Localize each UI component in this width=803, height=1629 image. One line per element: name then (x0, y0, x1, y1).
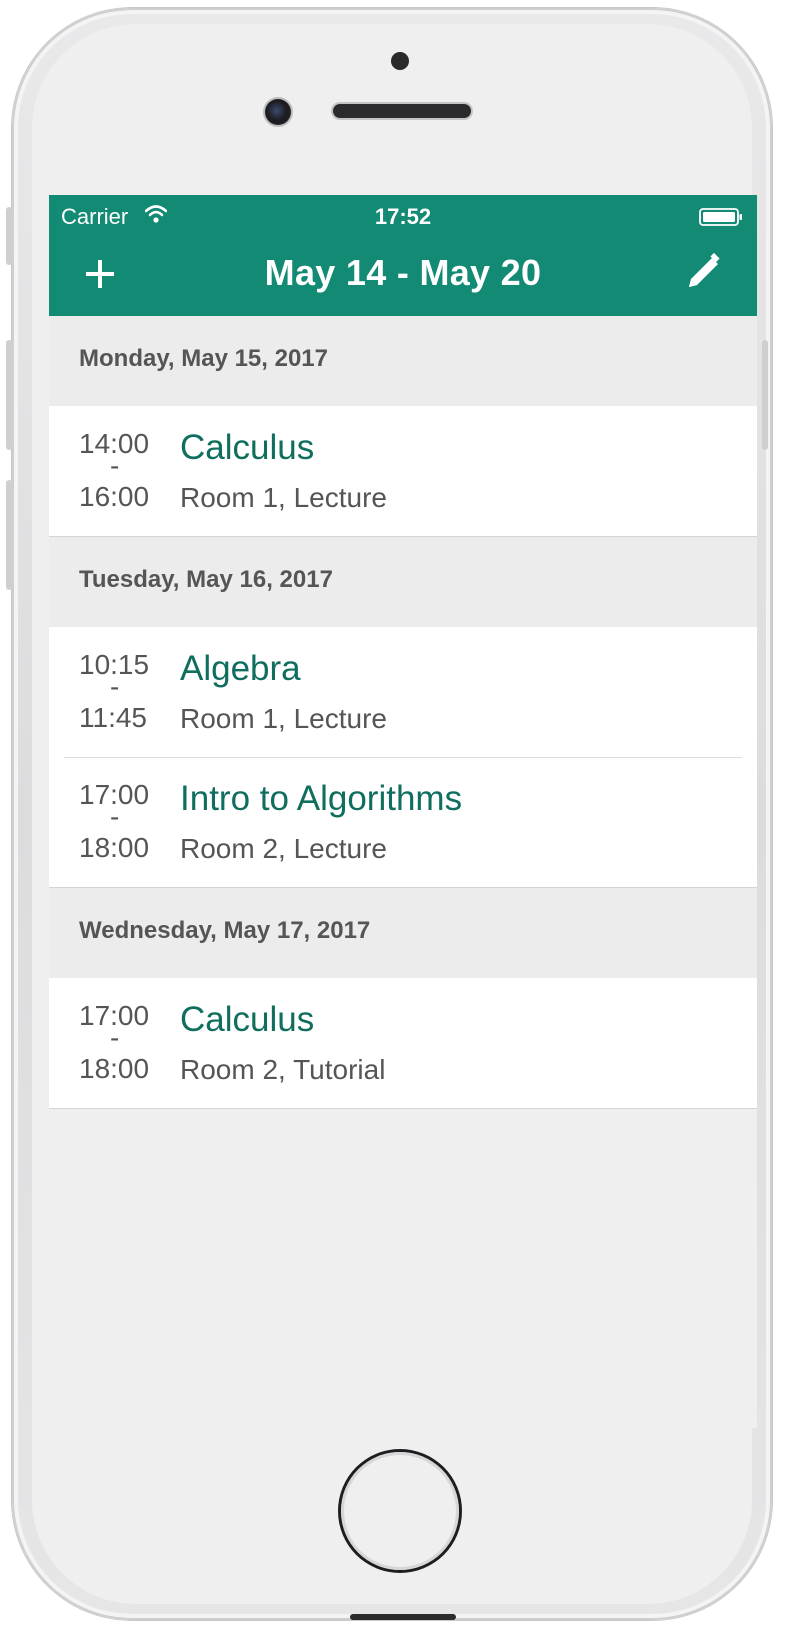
mute-switch (6, 207, 12, 265)
proximity-sensor (391, 52, 409, 70)
pencil-icon[interactable] (685, 253, 723, 291)
event-course-title: Algebra (180, 649, 301, 688)
section-header-monday: Monday, May 15, 2017 (49, 316, 757, 406)
earpiece-speaker (333, 104, 471, 118)
event-row[interactable]: 17:00 - 18:00 Intro to Algorithms Room 2… (49, 757, 757, 887)
section-header-tuesday: Tuesday, May 16, 2017 (49, 537, 757, 627)
event-list-wednesday: 17:00 - 18:00 Calculus Room 2, Tutorial (49, 978, 757, 1109)
event-end-time: 16:00 (79, 481, 150, 512)
event-course-title: Calculus (180, 428, 315, 467)
event-list-tuesday: 10:15 - 11:45 Algebra Room 1, Lecture 17… (49, 627, 757, 888)
event-row[interactable]: 10:15 - 11:45 Algebra Room 1, Lecture (49, 627, 757, 757)
event-end-time: 11:45 (79, 702, 147, 733)
volume-up-button (6, 340, 12, 450)
event-location: Room 2, Lecture (180, 833, 387, 864)
week-range-title: May 14 - May 20 (264, 252, 542, 293)
section-header-wednesday: Wednesday, May 17, 2017 (49, 888, 757, 978)
event-list-monday: 14:00 - 16:00 Calculus Room 1, Lecture (49, 406, 757, 537)
event-end-time: 18:00 (79, 1053, 150, 1084)
event-location: Room 1, Lecture (180, 482, 387, 513)
home-button[interactable] (341, 1452, 459, 1570)
bottom-edge (350, 1614, 456, 1620)
status-time: 17:52 (374, 204, 432, 229)
section-header-label: Tuesday, May 16, 2017 (79, 566, 333, 593)
app-screen: Carrier 17:52 May 14 - May 20 Monday, Ma… (49, 195, 757, 1428)
event-row[interactable]: 17:00 - 18:00 Calculus Room 2, Tutorial (49, 978, 757, 1108)
event-course-title: Calculus (180, 1000, 315, 1039)
front-camera (265, 99, 291, 125)
event-time-separator: - (110, 1022, 120, 1053)
event-course-title: Intro to Algorithms (180, 779, 463, 818)
event-location: Room 2, Tutorial (180, 1054, 386, 1085)
event-end-time: 18:00 (79, 832, 150, 863)
power-button (762, 340, 768, 450)
battery-icon (699, 208, 742, 226)
event-location: Room 1, Lecture (180, 703, 387, 734)
navigation-bar: Carrier 17:52 May 14 - May 20 (49, 195, 757, 316)
volume-down-button (6, 480, 12, 590)
event-time-separator: - (110, 671, 120, 702)
section-header-label: Monday, May 15, 2017 (79, 345, 328, 372)
event-time-separator: - (110, 801, 120, 832)
section-header-label: Wednesday, May 17, 2017 (79, 917, 371, 944)
status-bar: Carrier 17:52 (49, 195, 757, 235)
event-row[interactable]: 14:00 - 16:00 Calculus Room 1, Lecture (49, 406, 757, 536)
event-time-separator: - (110, 450, 120, 481)
